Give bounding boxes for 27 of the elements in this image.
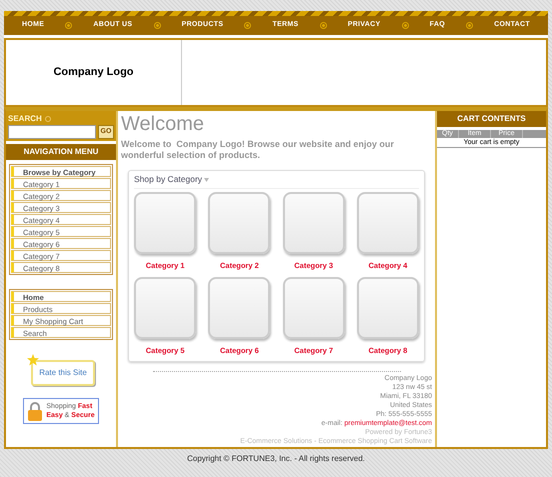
company-logo: Company Logo: [53, 65, 134, 80]
category-tile[interactable]: [282, 277, 345, 340]
circle-icon: [65, 22, 72, 29]
category-tile[interactable]: [356, 192, 419, 254]
category-tile[interactable]: [134, 277, 196, 340]
circle-icon: [466, 22, 474, 29]
cart-title: CART CONTENTS: [437, 111, 546, 127]
category-tile[interactable]: [282, 192, 345, 254]
star-icon: [27, 354, 40, 366]
circle-icon: [402, 22, 409, 29]
panel-title: Shop by Category: [134, 173, 202, 186]
category-tile[interactable]: [134, 192, 196, 254]
padlock-icon: [27, 401, 44, 421]
search-title: SEARCH: [8, 112, 42, 124]
page-title: Welcome: [121, 112, 205, 136]
navigation-menu-title: NAVIGATION MENU: [6, 144, 116, 160]
search-field[interactable]: [8, 125, 96, 139]
circle-icon: [244, 22, 252, 29]
category-tile[interactable]: [208, 192, 270, 254]
circle-icon: [320, 22, 327, 29]
category-tile[interactable]: [356, 277, 419, 340]
copyright-text: Copyright © FORTUNE3, Inc. - All rights reserved.: [187, 454, 365, 463]
circle-icon: [154, 22, 160, 29]
intro-text: Welcome to Company Logo! Browse our website and enjoy our wonderful selection of products.: [121, 139, 395, 161]
category-tile[interactable]: [208, 277, 270, 340]
dropdown-caret-icon: [204, 178, 210, 182]
rate-site-button[interactable]: Rate this Site: [31, 360, 95, 386]
